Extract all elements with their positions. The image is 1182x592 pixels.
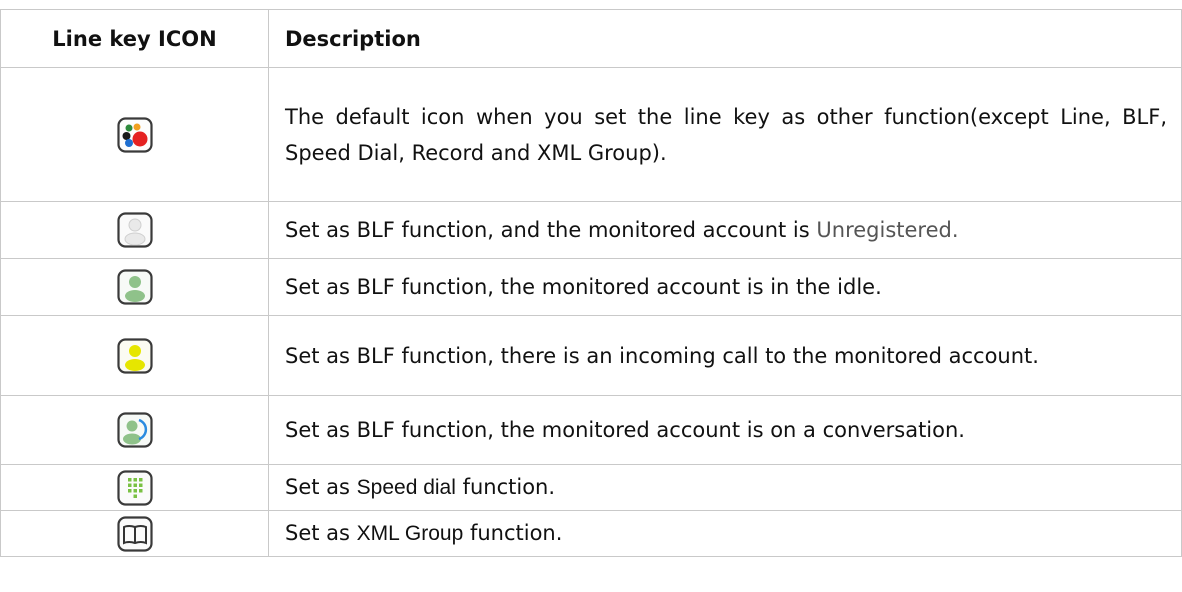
- icon-cell: [0, 464, 269, 511]
- row-description: Set as XML Group function.: [268, 510, 1182, 557]
- description-text: .: [951, 218, 959, 242]
- row-description: Set as Speed dial function.: [268, 464, 1182, 511]
- table-row: Set as Speed dial function.: [0, 464, 1182, 511]
- description-text: Set as BLF function, and the monitored a…: [285, 218, 817, 242]
- icon-cell: [0, 258, 269, 316]
- xml-group-icon: [116, 515, 153, 552]
- xml-group-text: XML Group: [356, 522, 464, 545]
- row-description: Set as BLF function, there is an incomin…: [268, 315, 1182, 396]
- description-text: function.: [463, 521, 563, 545]
- row-description: Set as BLF function, the monitored accou…: [268, 258, 1182, 316]
- table-header-row: Line key ICON Description: [0, 9, 1182, 68]
- icon-cell: [0, 315, 269, 396]
- speed-dial-icon: [116, 469, 153, 506]
- blf-conversation-icon: [116, 412, 153, 448]
- table-row: Set as BLF function, there is an incomin…: [0, 315, 1182, 396]
- unregistered-status-text: Unregistered: [816, 218, 952, 242]
- description-text: Set as: [285, 475, 357, 499]
- icon-cell: [0, 67, 269, 202]
- icon-cell: [0, 395, 269, 465]
- row-description: The default icon when you set the line k…: [268, 67, 1182, 202]
- speed-dial-text: Speed dial: [356, 476, 456, 499]
- table-row: Set as BLF function, the monitored accou…: [0, 258, 1182, 316]
- row-description: Set as BLF function, and the monitored a…: [268, 201, 1182, 259]
- table-row: Set as XML Group function.: [0, 510, 1182, 557]
- line-key-icon-table: Line key ICON Description The default ic…: [0, 9, 1182, 557]
- icon-cell: [0, 510, 269, 557]
- header-description: Description: [268, 9, 1182, 68]
- blf-idle-icon: [116, 269, 153, 305]
- default-function-icon: [116, 116, 153, 153]
- blf-incoming-call-icon: [116, 337, 153, 374]
- description-text: Set as: [285, 521, 357, 545]
- table-row: The default icon when you set the line k…: [0, 67, 1182, 202]
- row-description: Set as BLF function, the monitored accou…: [268, 395, 1182, 465]
- blf-unregistered-icon: [116, 212, 153, 248]
- icon-cell: [0, 201, 269, 259]
- header-line-key-icon: Line key ICON: [0, 9, 269, 68]
- table-row: Set as BLF function, the monitored accou…: [0, 395, 1182, 465]
- description-text: function.: [455, 475, 556, 499]
- table-row: Set as BLF function, and the monitored a…: [0, 201, 1182, 259]
